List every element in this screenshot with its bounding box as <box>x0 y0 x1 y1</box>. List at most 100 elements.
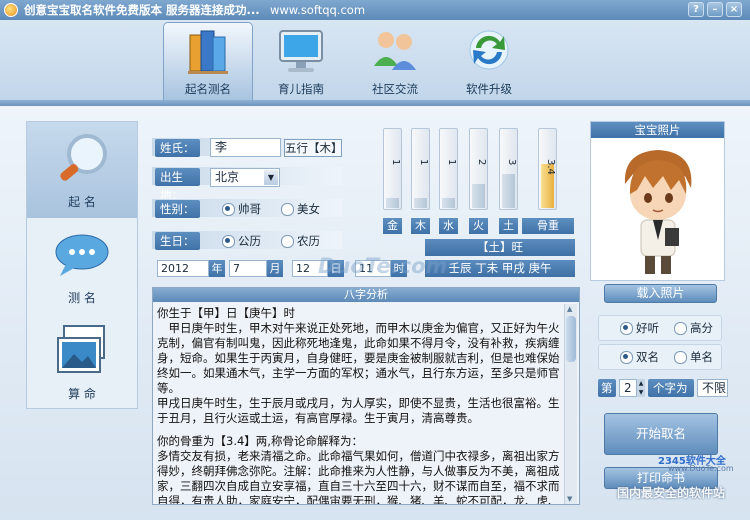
calendar-solar-radio[interactable]: 公历 <box>222 233 261 249</box>
sidebar-item-label: 起 名 <box>68 195 96 209</box>
year-input[interactable]: 2012 <box>157 260 209 277</box>
brand-site-watermark: www.DuoTe.com <box>668 464 734 473</box>
element-bar-fill <box>442 198 455 208</box>
users-icon <box>374 32 416 70</box>
surname-input[interactable]: 李 <box>210 138 281 157</box>
element-bar-fill <box>502 174 515 208</box>
picture-frames-icon <box>57 325 105 373</box>
tab-community[interactable]: 社区交流 <box>350 22 440 100</box>
books-icon <box>188 30 228 74</box>
chevron-down-icon[interactable]: ▼ <box>264 170 278 185</box>
element-bar: 3 <box>499 128 518 210</box>
photo-panel: 宝宝照片 <box>590 121 725 281</box>
load-photo-button[interactable]: 载入照片 <box>604 284 717 303</box>
element-bar-fill <box>414 198 427 208</box>
window-site: www.softqq.com <box>270 3 366 17</box>
position-suffix: 个字为 <box>648 379 694 397</box>
sound-good-radio[interactable]: 好听 <box>620 320 659 336</box>
help-button[interactable]: ? <box>688 2 704 17</box>
element-bar-value: 1 <box>446 159 457 166</box>
scroll-up-icon[interactable]: ▲ <box>567 305 572 313</box>
scroll-down-icon[interactable]: ▼ <box>567 495 572 503</box>
gender-male-radio[interactable]: 帅哥 <box>222 201 261 217</box>
magnifier-icon <box>60 134 107 181</box>
element-bar: 3.4 <box>538 128 557 210</box>
main-area: 起 名 测 名 算 命 姓氏： 李 五行【木】 出生地： 北京 ▼ 性别： 帅哥… <box>0 106 750 520</box>
element-bar-value: 1 <box>390 159 401 166</box>
element-bar-label: 火 <box>469 218 488 234</box>
sidebar-item-label: 测 名 <box>68 291 96 305</box>
element-bar-value: 1 <box>418 159 429 166</box>
element-bar: 1 <box>411 128 430 210</box>
sidebar: 起 名 测 名 算 命 <box>26 121 138 409</box>
element-bar: 2 <box>469 128 488 210</box>
stepper-icon[interactable]: ▲ ▼ <box>637 379 645 397</box>
sidebar-item-testing[interactable]: 测 名 <box>27 218 137 314</box>
analysis-title: 八字分析 <box>153 288 579 302</box>
tab-upgrade-label: 软件升级 <box>466 82 512 96</box>
baby-photo-image <box>624 150 692 274</box>
position-input[interactable]: 2 <box>619 379 637 397</box>
slogan-watermark: 国内最安全的软件站 <box>617 486 726 500</box>
element-bar-label: 土 <box>499 218 518 234</box>
element-bar-value: 2 <box>476 159 487 166</box>
single-name-radio[interactable]: 单名 <box>674 349 713 365</box>
analysis-paragraph: 多情交友有损，老来清福之命。此命福气果如何，僧道门中衣禄多，离祖出家方得妙，终朝… <box>157 449 560 504</box>
element-bar-fill <box>386 198 399 208</box>
duote-watermark: DuoTe.com <box>318 254 448 278</box>
element-bar-label: 金 <box>383 218 402 234</box>
sidebar-item-naming[interactable]: 起 名 <box>27 122 137 218</box>
element-bar-label: 骨重 <box>522 218 574 234</box>
position-limit-input[interactable]: 不限 <box>697 379 728 397</box>
app-logo-icon <box>4 3 18 17</box>
element-bar-fill <box>472 184 485 208</box>
close-button[interactable]: × <box>726 2 742 17</box>
monitor-icon <box>279 30 323 72</box>
position-prefix: 第 <box>598 379 616 397</box>
analysis-paragraph: 你的骨重为【3.4】两,称骨论命解释为： <box>157 434 363 448</box>
month-unit: 月 <box>267 260 283 277</box>
scrollbar-thumb[interactable] <box>566 316 576 362</box>
element-bar: 1 <box>383 128 402 210</box>
tab-upgrade[interactable]: 软件升级 <box>444 22 534 100</box>
double-name-radio[interactable]: 双名 <box>620 349 659 365</box>
analysis-paragraph: 甲日庚午时生，甲木对午来说正处死地，而甲木以庚金为偏官，又正好为午火克制，偏官有… <box>157 321 560 395</box>
minimize-button[interactable]: – <box>707 2 723 17</box>
month-input[interactable]: 7 <box>229 260 267 277</box>
tab-parenting-label: 育儿指南 <box>278 82 324 96</box>
photo-title: 宝宝照片 <box>591 122 724 138</box>
birthplace-label: 出生地： <box>155 168 200 202</box>
element-bar: 1 <box>439 128 458 210</box>
element-bar-label: 木 <box>411 218 430 234</box>
start-naming-button[interactable]: 开始取名 <box>604 413 718 455</box>
element-badge: 五行【木】 <box>284 139 343 157</box>
element-bar-value: 3 <box>506 159 517 166</box>
tab-community-label: 社区交流 <box>372 82 418 96</box>
analysis-paragraph: 甲戌日庚午时生，生于辰月或戌月，为人厚实，即使不显贵，生活也很富裕。生于丑月，且… <box>157 396 560 425</box>
birthplace-select[interactable]: 北京 ▼ <box>210 168 280 187</box>
element-bar-value: 3.4 <box>545 159 556 175</box>
gender-label: 性别： <box>155 200 200 218</box>
chat-bubble-icon <box>55 234 109 276</box>
analysis-panel: 八字分析 你生于【甲】日【庚午】时 甲日庚午时生，甲木对午来说正处死地，而甲木以… <box>152 287 580 505</box>
tab-naming-label: 起名测名 <box>185 82 231 96</box>
tab-naming[interactable]: 起名测名 <box>163 22 253 100</box>
title-bar: 创意宝宝取名软件免费版本 服务器连接成功... www.softqq.com ?… <box>0 0 750 20</box>
birthday-label: 生日： <box>155 232 200 250</box>
score-high-radio[interactable]: 高分 <box>674 320 713 336</box>
sidebar-item-fortune[interactable]: 算 命 <box>27 314 137 410</box>
year-unit: 年 <box>209 260 225 277</box>
surname-label: 姓氏： <box>155 139 200 157</box>
element-bar-label: 水 <box>439 218 458 234</box>
analysis-scrollbar[interactable]: ▲ ▼ <box>564 304 577 504</box>
analysis-paragraph: 你生于【甲】日【庚午】时 <box>157 306 295 320</box>
sidebar-item-label: 算 命 <box>68 387 96 401</box>
gender-female-radio[interactable]: 美女 <box>281 201 320 217</box>
analysis-text[interactable]: 你生于【甲】日【庚午】时 甲日庚午时生，甲木对午来说正处死地，而甲木以庚金为偏官… <box>157 306 563 504</box>
calendar-lunar-radio[interactable]: 农历 <box>281 233 320 249</box>
tab-parenting[interactable]: 育儿指南 <box>256 22 346 100</box>
bazi-text: 壬辰 丁未 甲戌 庚午 <box>425 260 575 277</box>
birthplace-value: 北京 <box>215 170 240 184</box>
refresh-icon <box>469 30 509 70</box>
toolbar: 起名测名 育儿指南 社区交流 软件升级 <box>0 20 750 100</box>
